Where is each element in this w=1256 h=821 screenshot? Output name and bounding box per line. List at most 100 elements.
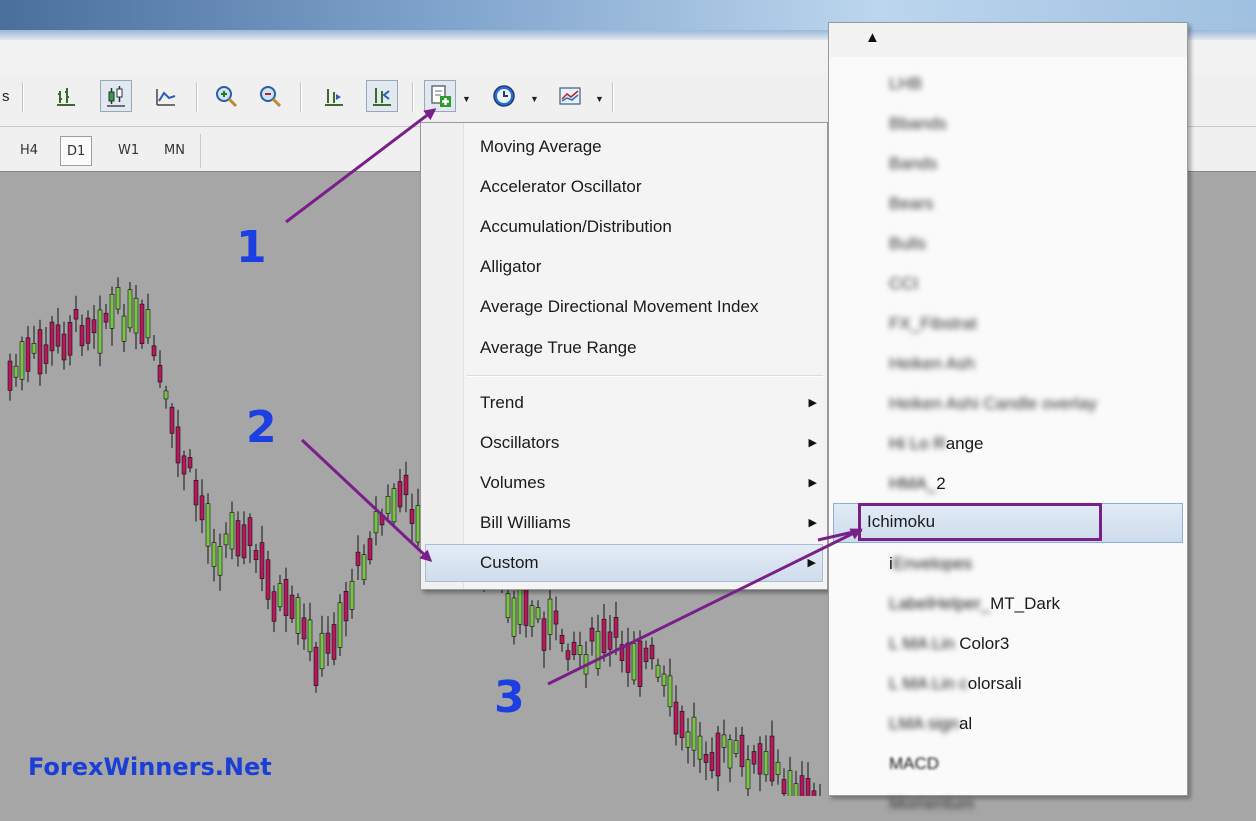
list-item[interactable]: Hi Lo Range — [889, 427, 984, 461]
indicators-icon[interactable] — [424, 80, 456, 112]
bear-candle — [409, 509, 415, 525]
list-item[interactable]: LMA signal — [889, 707, 972, 741]
periodicity-icon[interactable] — [488, 80, 520, 112]
bear-candle — [157, 364, 163, 383]
bear-candle — [355, 551, 361, 566]
bull-candle — [133, 297, 139, 334]
scroll-up-icon[interactable]: ▲ — [865, 29, 880, 46]
bull-candle — [295, 597, 301, 634]
bear-candle — [673, 701, 679, 735]
chevron-down-icon[interactable]: ▼ — [462, 94, 471, 104]
bear-candle — [265, 559, 271, 600]
bear-candle — [181, 455, 187, 475]
toolbar-separator — [612, 82, 614, 112]
bear-candle — [7, 360, 13, 391]
blurred-item[interactable]: Bands — [889, 147, 937, 181]
bear-candle — [241, 524, 247, 559]
list-item[interactable]: LabelHelper_MT_Dark — [889, 587, 1060, 621]
menu-item-bill-williams[interactable]: Bill Williams ▶ — [425, 504, 823, 542]
bar-chart-icon[interactable] — [50, 80, 82, 112]
period-w1[interactable]: W1 — [112, 136, 145, 166]
blurred-item[interactable]: FX_Fibstrat — [889, 307, 977, 341]
bear-candle — [379, 514, 385, 526]
bull-candle — [97, 309, 103, 354]
bull-candle — [307, 619, 313, 653]
bear-candle — [67, 322, 73, 356]
bull-candle — [115, 287, 121, 310]
period-separator — [200, 134, 201, 168]
bear-candle — [625, 642, 631, 673]
blurred-item[interactable]: CCI — [889, 267, 918, 301]
menu-item-trend[interactable]: Trend ▶ — [425, 384, 823, 422]
bear-candle — [607, 631, 613, 650]
blurred-item[interactable]: Bbands — [889, 107, 947, 141]
bull-candle — [277, 583, 283, 608]
autoscroll-icon[interactable] — [318, 80, 350, 112]
submenu-arrow-icon: ▶ — [808, 517, 817, 529]
candlestick-icon[interactable] — [100, 80, 132, 112]
bear-candle — [811, 790, 817, 796]
menu-item-accelerator-oscillator[interactable]: Accelerator Oscillator — [425, 168, 823, 206]
list-item[interactable]: HMA_2 — [889, 467, 946, 501]
list-item[interactable]: L MA Lin colorsali — [889, 667, 1022, 701]
period-d1[interactable]: D1 — [60, 136, 93, 166]
bear-candle — [649, 644, 655, 660]
zoom-in-icon[interactable] — [210, 80, 242, 112]
bear-candle — [619, 644, 625, 661]
item-suffix: Color3 — [959, 634, 1010, 653]
blurred-prefix: L MA Lin c — [889, 674, 968, 693]
item-label: MACD — [889, 754, 940, 773]
item-suffix: al — [958, 714, 973, 733]
blurred-prefix: LabelHelper_ — [889, 594, 991, 613]
zoom-out-icon[interactable] — [254, 80, 286, 112]
menu-item-alligator[interactable]: Alligator — [425, 248, 823, 286]
blurred-item[interactable]: Heiken Ash — [889, 347, 975, 381]
chevron-down-icon[interactable]: ▼ — [595, 94, 604, 104]
bear-candle — [49, 321, 55, 352]
bull-candle — [727, 739, 733, 769]
list-item[interactable]: L MA Lin Color3 — [889, 627, 1009, 661]
bull-candle — [361, 554, 367, 580]
item-suffix: olorsali — [967, 674, 1022, 693]
period-mn[interactable]: MN — [158, 136, 191, 166]
blurred-item[interactable]: Momentum — [889, 787, 974, 821]
bull-candle — [217, 546, 223, 576]
blurred-item[interactable]: Bulls — [889, 227, 926, 261]
menu-item-moving-average[interactable]: Moving Average — [425, 128, 823, 166]
bear-candle — [283, 579, 289, 616]
bull-candle — [763, 751, 769, 776]
chevron-down-icon[interactable]: ▼ — [530, 94, 539, 104]
line-chart-icon[interactable] — [150, 80, 182, 112]
bear-candle — [85, 317, 91, 344]
bear-candle — [709, 752, 715, 771]
submenu-item-macd[interactable]: MACD — [889, 747, 939, 781]
menu-item-volumes[interactable]: Volumes ▶ — [425, 464, 823, 502]
blurred-item[interactable]: Bears — [889, 187, 933, 221]
blurred-item[interactable]: LHB — [889, 67, 922, 101]
bull-candle — [577, 645, 583, 655]
period-h4[interactable]: H4 — [14, 136, 44, 166]
item-suffix: 2 — [936, 474, 946, 493]
menu-item-average-true-range[interactable]: Average True Range — [425, 329, 823, 367]
list-item[interactable]: iEnvelopes — [889, 547, 972, 581]
menu-item-average-directional-movement-index[interactable]: Average Directional Movement Index — [425, 288, 823, 326]
toolbar-separator — [412, 82, 414, 112]
indicators-menu: Moving Average Accelerator Oscillator Ac… — [420, 122, 828, 590]
bear-candle — [235, 520, 241, 557]
menu-item-oscillators[interactable]: Oscillators ▶ — [425, 424, 823, 462]
bear-candle — [73, 309, 79, 320]
submenu-arrow-icon: ▶ — [807, 557, 816, 569]
bear-candle — [553, 610, 559, 625]
menu-item-accumulation-distribution[interactable]: Accumulation/Distribution — [425, 208, 823, 246]
bull-candle — [19, 341, 25, 380]
bear-candle — [55, 324, 61, 347]
blurred-item[interactable]: Heiken Ashi Candle overlay — [889, 387, 1097, 421]
bear-candle — [679, 710, 685, 738]
bear-candle — [769, 735, 775, 782]
templates-icon[interactable] — [554, 80, 586, 112]
menu-item-custom[interactable]: Custom ▶ — [425, 544, 823, 582]
chart-shift-icon[interactable] — [366, 80, 398, 112]
bull-candle — [793, 783, 799, 796]
blurred-prefix: Hi Lo R — [889, 434, 946, 453]
bull-candle — [13, 365, 19, 378]
